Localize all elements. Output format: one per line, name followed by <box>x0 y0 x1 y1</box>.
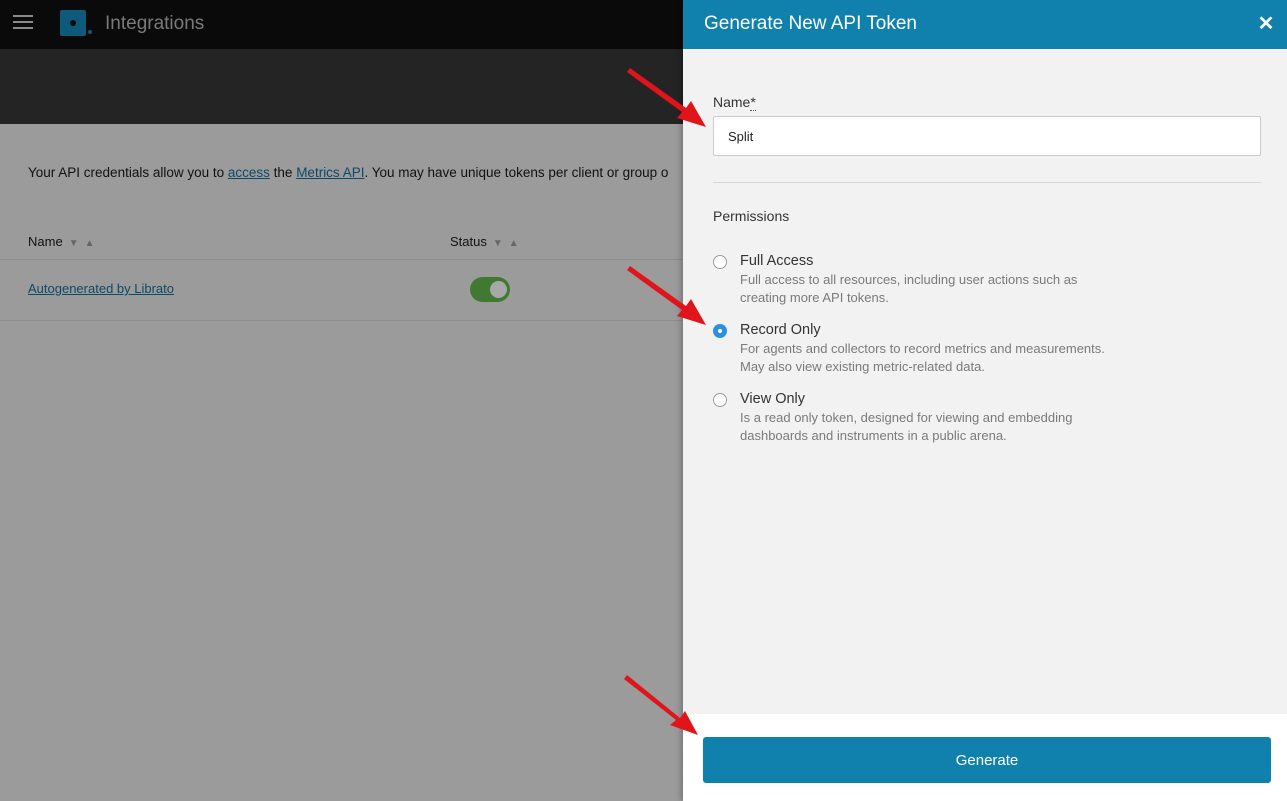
permission-option-view-only[interactable]: View Only Is a read only token, designed… <box>713 391 1133 443</box>
access-link[interactable]: access <box>228 165 270 180</box>
sort-arrows-icon[interactable]: ▼▲ <box>69 238 101 249</box>
generate-token-panel: Generate New API Token ✕ Name* Permissio… <box>683 0 1287 801</box>
radio-view-only[interactable] <box>713 393 727 407</box>
api-description: Your API credentials allow you to access… <box>28 165 669 180</box>
close-icon[interactable]: ✕ <box>1253 11 1279 37</box>
name-field-label: Name* <box>713 94 756 111</box>
generate-button[interactable]: Generate <box>703 737 1271 783</box>
table-row: Autogenerated by Librato <box>0 260 700 321</box>
panel-footer: Generate <box>683 714 1287 801</box>
sort-arrows-icon[interactable]: ▼▲ <box>493 238 525 249</box>
radio-full-access[interactable] <box>713 255 727 269</box>
option-title: Full Access <box>740 253 814 269</box>
column-header-name[interactable]: Name ▼▲ <box>28 234 100 249</box>
permissions-heading: Permissions <box>713 208 790 224</box>
panel-title: Generate New API Token <box>704 13 917 34</box>
radio-record-only[interactable] <box>713 324 727 338</box>
panel-header: Generate New API Token ✕ <box>683 0 1287 49</box>
option-description: Full access to all resources, including … <box>740 272 1078 305</box>
menu-icon[interactable] <box>13 15 33 29</box>
option-title: View Only <box>740 391 806 407</box>
status-toggle[interactable] <box>470 277 510 302</box>
column-header-status[interactable]: Status ▼▲ <box>450 234 525 249</box>
option-description: For agents and collectors to record metr… <box>740 341 1105 374</box>
name-input[interactable] <box>713 116 1261 156</box>
permission-option-full-access[interactable]: Full Access Full access to all resources… <box>713 253 1133 305</box>
divider <box>713 182 1261 183</box>
app-logo-icon <box>60 10 92 36</box>
permission-option-record-only[interactable]: Record Only For agents and collectors to… <box>713 322 1133 374</box>
token-name-link[interactable]: Autogenerated by Librato <box>28 281 174 296</box>
page-title: Integrations <box>105 13 205 34</box>
required-marker: * <box>750 94 756 111</box>
metrics-api-link[interactable]: Metrics API <box>296 165 364 180</box>
table-header: Name ▼▲ Status ▼▲ <box>0 224 700 260</box>
option-description: Is a read only token, designed for viewi… <box>740 410 1073 443</box>
option-title: Record Only <box>740 322 821 338</box>
